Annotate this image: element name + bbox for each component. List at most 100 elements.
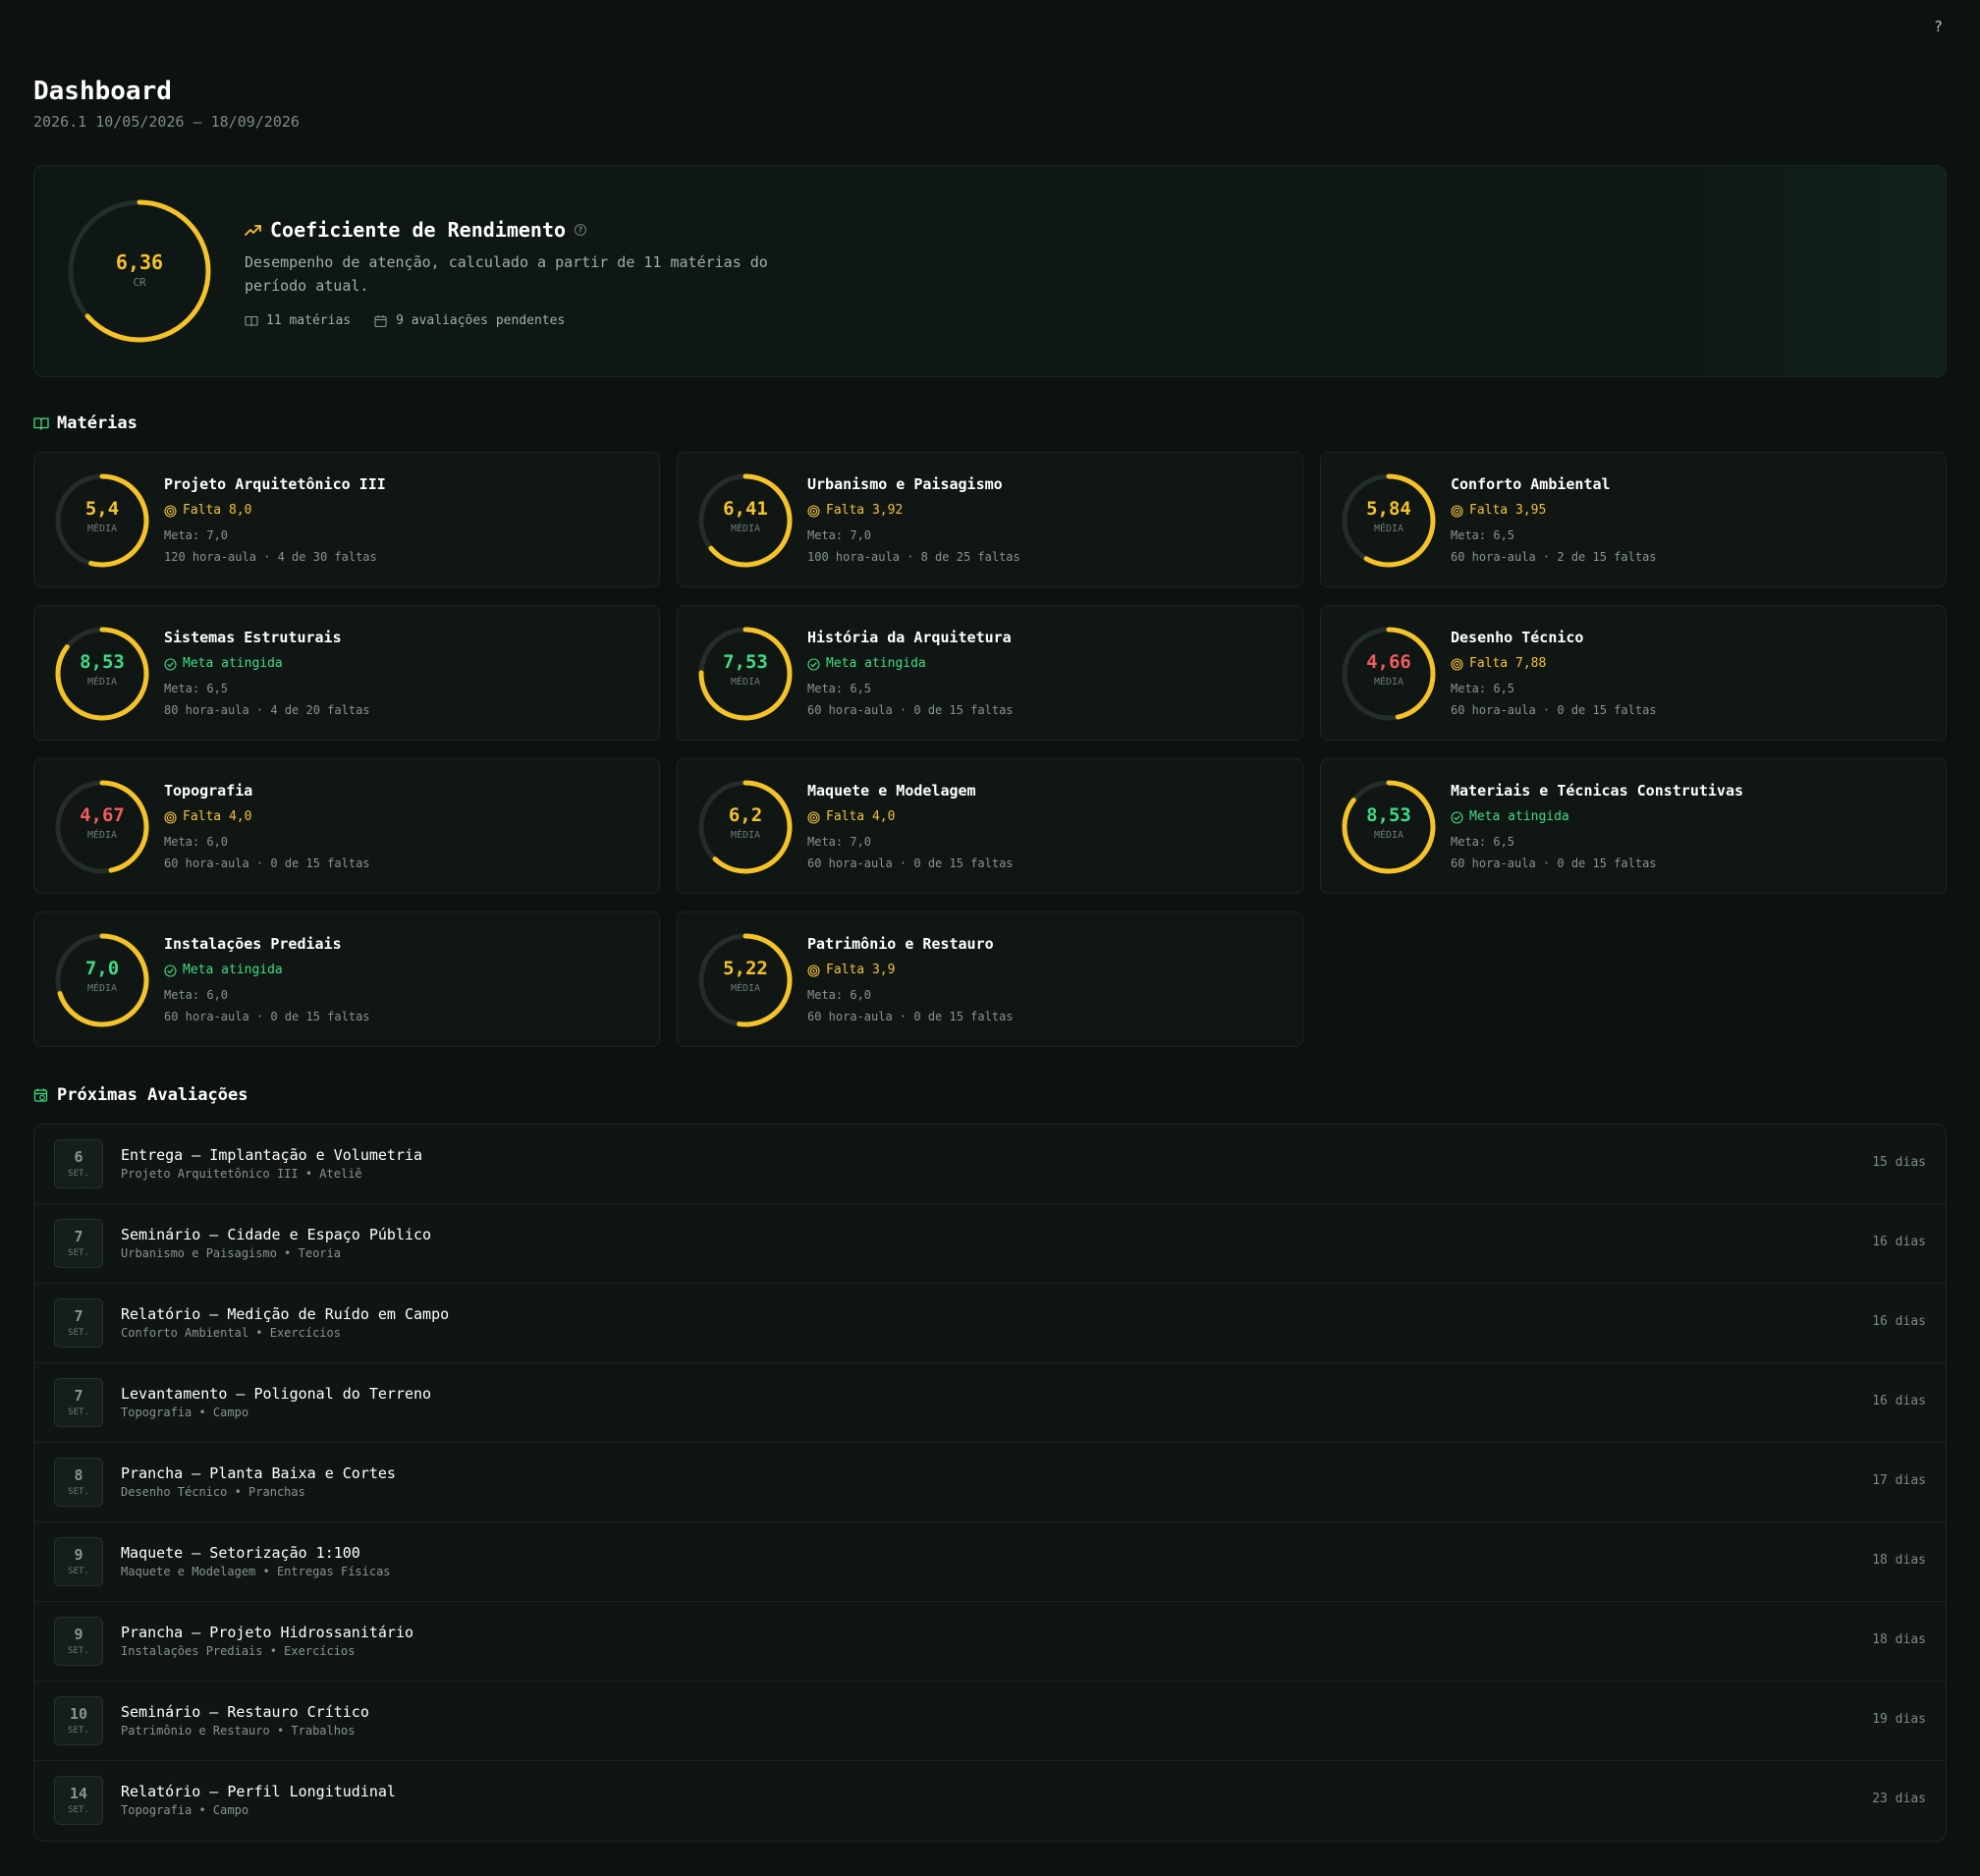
- target-icon: [1451, 504, 1463, 518]
- subject-card[interactable]: 5,4 MÉDIA Projeto Arquitetônico III Falta 8…: [33, 452, 660, 587]
- target-icon: [164, 810, 177, 824]
- date-badge: 8 SET.: [54, 1458, 103, 1507]
- subject-status: Falta 7,88: [1451, 655, 1657, 673]
- subject-info: Projeto Arquitetônico III Falta 8,0 Meta: …: [164, 474, 386, 565]
- subject-card[interactable]: 7,53 MÉDIA História da Arquitetura Meta ati…: [677, 605, 1303, 741]
- subject-ring: 4,67 MÉDIA: [54, 779, 150, 875]
- evaluation-row[interactable]: 7 SET. Levantamento — Poligonal do Terreno…: [34, 1363, 1946, 1443]
- subject-card[interactable]: 4,67 MÉDIA Topografia Falta 4,0 Meta: 6,0 60 …: [33, 758, 660, 894]
- evaluation-title: Entrega — Implantação e Volumetria: [121, 1146, 423, 1164]
- evaluation-days-left: 16 dias: [1872, 1394, 1926, 1408]
- subject-progress-ring: [698, 473, 793, 568]
- subject-status-text: Falta 7,88: [1469, 656, 1547, 671]
- evaluation-title: Prancha — Projeto Hidrossanitário: [121, 1624, 414, 1641]
- check-circle-icon: [807, 657, 820, 671]
- evaluation-row[interactable]: 8 SET. Prancha — Planta Baixa e Cortes Dese…: [34, 1443, 1946, 1522]
- subject-status-text: Falta 4,0: [183, 809, 252, 824]
- info-icon[interactable]: ?: [574, 223, 587, 237]
- date-month: SET.: [68, 1248, 89, 1258]
- date-month: SET.: [68, 1726, 89, 1736]
- subject-ring: 6,2 MÉDIA: [697, 779, 794, 875]
- check-circle-icon: [164, 964, 177, 977]
- subject-ring: 6,41 MÉDIA: [697, 472, 794, 569]
- subject-average-value: 4,66: [1366, 651, 1411, 673]
- subject-average-label: MÉDIA: [730, 983, 761, 994]
- subject-status-text: Falta 3,9: [826, 963, 896, 977]
- check-circle-icon: [1451, 810, 1463, 824]
- subject-average-value: 5,84: [1366, 498, 1411, 520]
- date-month: SET.: [68, 1646, 89, 1656]
- evaluation-row[interactable]: 6 SET. Entrega — Implantação e Volumetria P…: [34, 1125, 1946, 1204]
- subject-info: Conforto Ambiental Falta 3,95 Meta: 6,5 60 …: [1451, 474, 1657, 565]
- target-icon: [807, 810, 820, 824]
- subject-card[interactable]: 8,53 MÉDIA Materiais e Técnicas Construtiv…: [1320, 758, 1947, 894]
- date-month: SET.: [68, 1567, 89, 1576]
- subject-hours-absences: 120 hora-aula · 4 de 30 faltas: [164, 550, 377, 564]
- subject-progress-ring: [698, 933, 793, 1027]
- subject-goal: Meta: 7,0: [807, 835, 872, 849]
- subject-status: Meta atingida: [1451, 808, 1743, 826]
- evaluation-text: Relatório — Perfil Longitudinal Topografi…: [121, 1782, 396, 1818]
- subject-name: Projeto Arquitetônico III: [164, 475, 386, 493]
- evaluation-row[interactable]: 10 SET. Seminário — Restauro Crítico Patrim…: [34, 1682, 1946, 1761]
- subject-info: Instalações Prediais Meta atingida Meta: 6…: [164, 934, 370, 1024]
- cr-card: 6,36 CR Coeficiente de Rendimento ? Dese…: [33, 165, 1947, 377]
- cr-subjects-count: 11 matérias: [245, 313, 351, 328]
- target-icon: [807, 504, 820, 518]
- subject-goal: Meta: 6,0: [164, 988, 229, 1002]
- subject-average-value: 5,4: [84, 498, 120, 520]
- date-day: 7: [74, 1307, 83, 1325]
- evaluation-text: Entrega — Implantação e Volumetria Projet…: [121, 1145, 422, 1182]
- cr-title-row: Coeficiente de Rendimento ?: [245, 217, 873, 243]
- subject-goal: Meta: 6,0: [807, 988, 872, 1002]
- subject-info: Topografia Falta 4,0 Meta: 6,0 60 hora-aula…: [164, 781, 370, 871]
- subject-card[interactable]: 5,22 MÉDIA Patrimônio e Restauro Falta 3,9 M…: [677, 911, 1303, 1047]
- subject-progress-ring: [1342, 627, 1436, 721]
- subject-info: Urbanismo e Paisagismo Falta 3,92 Meta: 7,…: [807, 474, 1020, 565]
- subject-card[interactable]: 8,53 MÉDIA Sistemas Estruturais Meta atingi…: [33, 605, 660, 741]
- evaluation-row[interactable]: 9 SET. Maquete — Setorização 1:100 Maquete …: [34, 1522, 1946, 1602]
- subject-goal: Meta: 6,5: [164, 682, 229, 695]
- evaluation-row[interactable]: 14 SET. Relatório — Perfil Longitudinal Top…: [34, 1761, 1946, 1841]
- evaluation-text: Relatório — Medição de Ruído em Campo Con…: [121, 1304, 449, 1341]
- subject-status-text: Falta 3,92: [826, 503, 904, 518]
- subject-info: Sistemas Estruturais Meta atingida Meta: 6…: [164, 628, 370, 718]
- date-day: 14: [69, 1785, 88, 1802]
- evaluation-row[interactable]: 7 SET. Relatório — Medição de Ruído em Cam…: [34, 1284, 1946, 1363]
- subject-average-value: 5,22: [723, 958, 768, 979]
- target-icon: [807, 964, 820, 977]
- subject-progress-ring: [698, 627, 793, 721]
- subject-hours-absences: 60 hora-aula · 0 de 15 faltas: [164, 856, 370, 870]
- cr-label: CR: [133, 276, 146, 289]
- date-day: 10: [69, 1705, 88, 1723]
- subject-ring: 4,66 MÉDIA: [1341, 626, 1437, 722]
- subject-goal: Meta: 6,5: [1451, 528, 1515, 542]
- subject-progress-ring: [55, 780, 149, 874]
- subject-goal: Meta: 6,5: [807, 682, 872, 695]
- subject-card[interactable]: 7,0 MÉDIA Instalações Prediais Meta atingid…: [33, 911, 660, 1047]
- subject-card[interactable]: 6,2 MÉDIA Maquete e Modelagem Falta 4,0 Meta…: [677, 758, 1303, 894]
- subject-average-label: MÉDIA: [86, 983, 118, 994]
- subject-card[interactable]: 6,41 MÉDIA Urbanismo e Paisagismo Falta 3,9…: [677, 452, 1303, 587]
- evaluations-section-title: Próximas Avaliações: [57, 1085, 248, 1105]
- cr-meta: 11 matérias 9 avaliações pendentes: [245, 313, 873, 328]
- evaluation-subtitle: Maquete e Modelagem • Entregas Físicas: [121, 1565, 391, 1578]
- subject-card[interactable]: 5,84 MÉDIA Conforto Ambiental Falta 3,95 Met…: [1320, 452, 1947, 587]
- cr-value: 6,36: [115, 250, 164, 274]
- subject-info: Materiais e Técnicas Construtivas Meta at…: [1451, 781, 1743, 871]
- cr-info: Coeficiente de Rendimento ? Desempenho d…: [245, 217, 873, 328]
- subject-progress-ring: [55, 473, 149, 568]
- cr-pending-count: 9 avaliações pendentes: [374, 313, 565, 328]
- subject-name: Instalações Prediais: [164, 935, 342, 953]
- date-badge: 6 SET.: [54, 1139, 103, 1188]
- subject-hours-absences: 60 hora-aula · 0 de 15 faltas: [1451, 856, 1657, 870]
- evaluation-row[interactable]: 7 SET. Seminário — Cidade e Espaço Público…: [34, 1204, 1946, 1284]
- evaluation-text: Prancha — Projeto Hidrossanitário Instala…: [121, 1623, 413, 1659]
- evaluation-subtitle: Projeto Arquitetônico III • Ateliê: [121, 1167, 362, 1181]
- subject-info: História da Arquitetura Meta atingida Meta…: [807, 628, 1014, 718]
- subject-card[interactable]: 4,66 MÉDIA Desenho Técnico Falta 7,88 Meta: …: [1320, 605, 1947, 741]
- evaluation-row[interactable]: 9 SET. Prancha — Projeto Hidrossanitário In…: [34, 1602, 1946, 1682]
- subject-status-text: Falta 4,0: [826, 809, 896, 824]
- subject-average-value: 6,41: [723, 498, 768, 520]
- subject-status-text: Meta atingida: [183, 656, 283, 671]
